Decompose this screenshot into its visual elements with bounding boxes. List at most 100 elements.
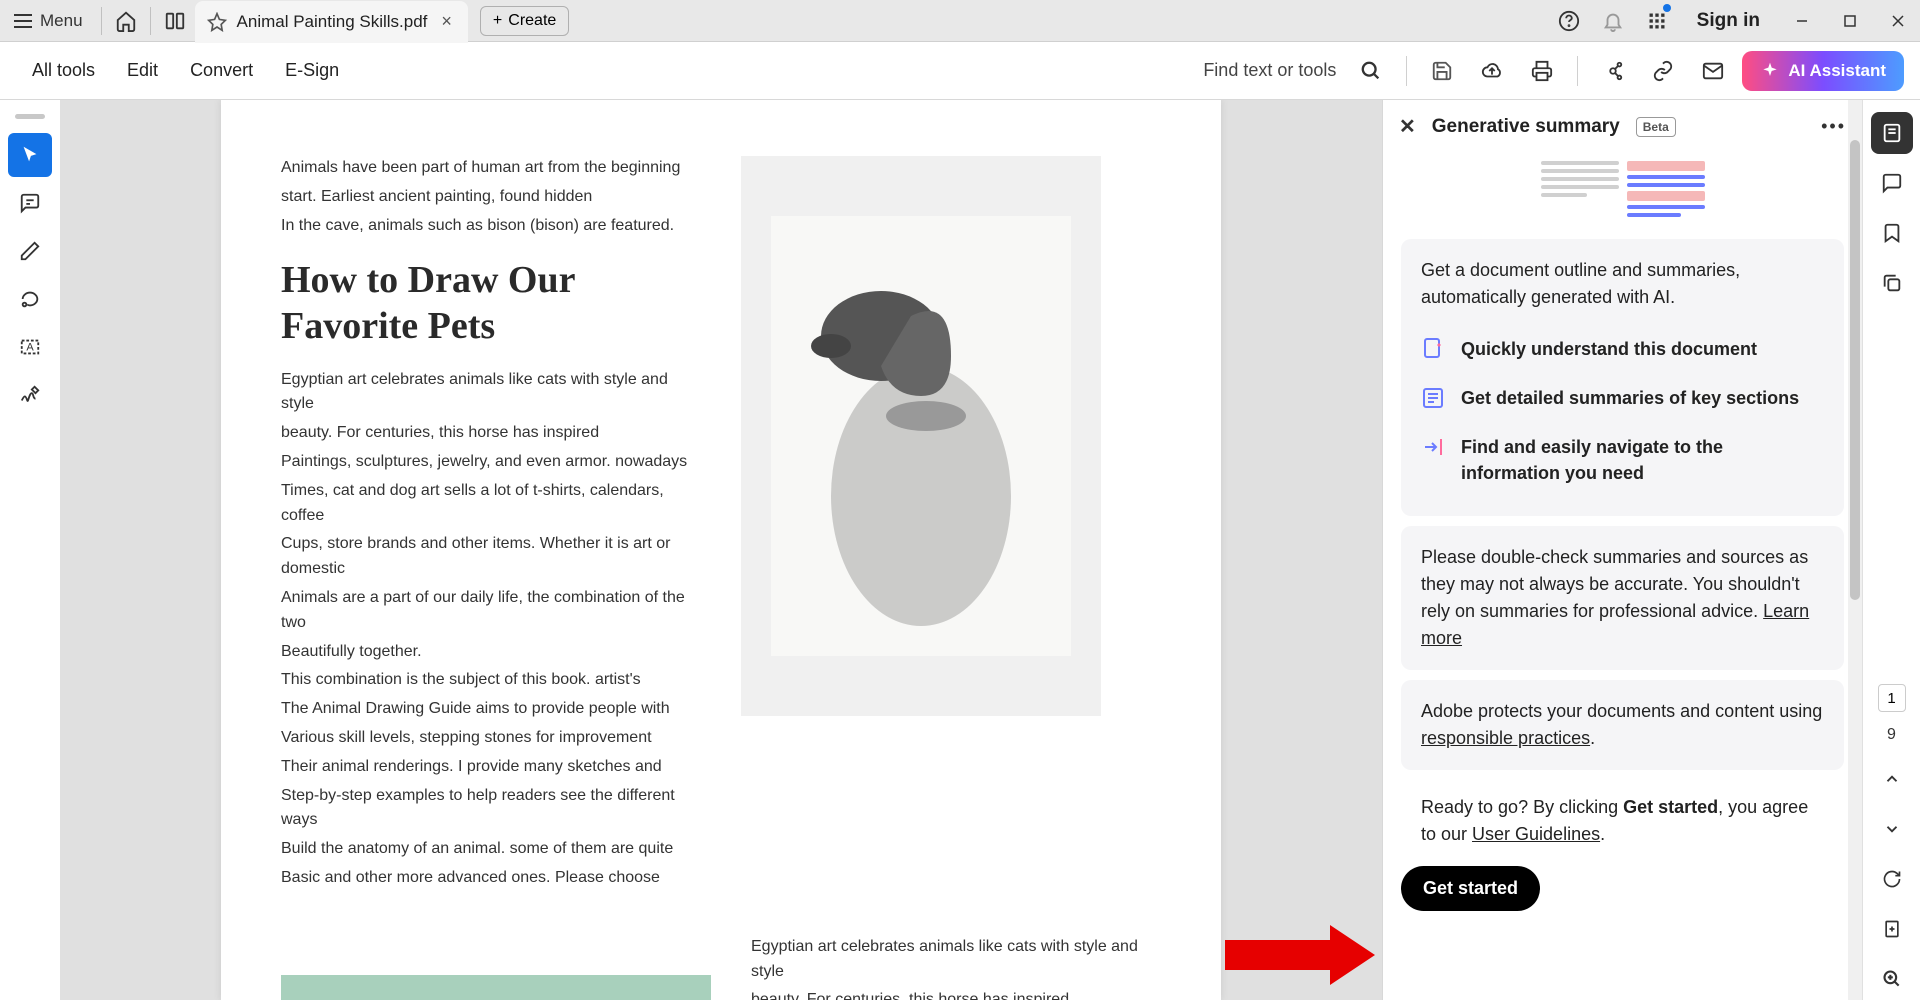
print-icon xyxy=(1531,60,1553,82)
current-page[interactable]: 1 xyxy=(1878,684,1906,712)
intro-text: Get a document outline and summaries, au… xyxy=(1421,257,1824,311)
find-label[interactable]: Find text or tools xyxy=(1203,60,1336,81)
cursor-icon xyxy=(19,144,41,166)
convert-link[interactable]: Convert xyxy=(174,60,269,81)
close-window-button[interactable] xyxy=(1876,0,1920,42)
left-tool-strip: A xyxy=(0,100,60,1000)
apps-button[interactable] xyxy=(1637,0,1677,42)
all-tools-link[interactable]: All tools xyxy=(16,60,111,81)
document-viewport[interactable]: Animals have been part of human art from… xyxy=(60,100,1382,1000)
edit-link[interactable]: Edit xyxy=(111,60,174,81)
signin-button[interactable]: Sign in xyxy=(1681,10,1776,32)
upload-button[interactable] xyxy=(1471,50,1513,92)
separator xyxy=(1577,56,1578,86)
ai-assistant-button[interactable]: AI Assistant xyxy=(1742,51,1904,91)
search-icon xyxy=(1360,60,1382,82)
drag-handle[interactable] xyxy=(15,114,45,119)
plant-image xyxy=(281,975,711,1000)
create-button[interactable]: + Create xyxy=(480,6,569,36)
apps-icon xyxy=(1647,11,1667,31)
chevron-up-icon xyxy=(1883,770,1901,788)
help-button[interactable] xyxy=(1549,0,1589,42)
esign-link[interactable]: E-Sign xyxy=(269,60,355,81)
link-button[interactable] xyxy=(1642,50,1684,92)
home-icon xyxy=(115,10,137,32)
rotate-icon xyxy=(1882,869,1902,889)
chat-toggle[interactable] xyxy=(1871,162,1913,204)
help-icon xyxy=(1558,10,1580,32)
feature-understand: Quickly understand this document xyxy=(1421,325,1824,374)
title-bar: Menu Animal Painting Skills.pdf × + Crea… xyxy=(0,0,1920,42)
feature-summaries: Get detailed summaries of key sections xyxy=(1421,374,1824,423)
responsible-practices-link[interactable]: responsible practices xyxy=(1421,728,1590,748)
dog-sketch-image xyxy=(741,156,1101,716)
minimize-icon xyxy=(1795,14,1809,28)
tab-close[interactable]: × xyxy=(437,11,456,32)
bell-icon xyxy=(1602,10,1624,32)
pdf-page: Animals have been part of human art from… xyxy=(221,100,1221,1000)
select-tool[interactable] xyxy=(8,133,52,177)
pages-toggle[interactable] xyxy=(1871,262,1913,304)
section-heading: How to Draw Our Favorite Pets xyxy=(281,258,701,349)
compare-button[interactable] xyxy=(155,0,195,42)
main-area: A Animals have been part of human art fr… xyxy=(0,100,1920,1000)
right-tool-strip: 1 9 xyxy=(1862,100,1920,1000)
zoom-in-icon xyxy=(1882,969,1902,989)
summary-icon xyxy=(1881,122,1903,144)
page-down-button[interactable] xyxy=(1871,808,1913,850)
minimize-button[interactable] xyxy=(1780,0,1824,42)
panel-scrollbar-thumb[interactable] xyxy=(1850,140,1860,600)
panel-scrollbar-track[interactable] xyxy=(1848,100,1862,1000)
get-started-button[interactable]: Get started xyxy=(1401,866,1540,911)
lasso-icon xyxy=(19,288,41,310)
document-tab[interactable]: Animal Painting Skills.pdf × xyxy=(195,1,468,43)
panel-body: Get a document outline and summaries, au… xyxy=(1383,153,1862,1000)
text-box-tool[interactable]: A xyxy=(8,325,52,369)
save-icon xyxy=(1431,60,1453,82)
panel-title: Generative summary xyxy=(1432,116,1620,138)
comment-tool[interactable] xyxy=(8,181,52,225)
menu-button[interactable]: Menu xyxy=(0,0,97,42)
total-pages: 9 xyxy=(1887,726,1896,744)
list-icon xyxy=(1421,386,1445,410)
intro-card: Get a document outline and summaries, au… xyxy=(1401,239,1844,516)
email-button[interactable] xyxy=(1692,50,1734,92)
notifications-button[interactable] xyxy=(1593,0,1633,42)
divider xyxy=(101,7,102,35)
cloud-upload-icon xyxy=(1481,60,1503,82)
highlight-tool[interactable] xyxy=(8,229,52,273)
panel-more-button[interactable]: ••• xyxy=(1821,116,1846,137)
search-button[interactable] xyxy=(1350,50,1392,92)
page-up-button[interactable] xyxy=(1871,758,1913,800)
user-guidelines-link[interactable]: User Guidelines xyxy=(1472,824,1600,844)
zoom-in-button[interactable] xyxy=(1871,958,1913,1000)
body-paragraph: Egyptian art celebrates animals like cat… xyxy=(281,368,701,891)
textbox-icon: A xyxy=(19,336,41,358)
copy-icon xyxy=(1881,272,1903,294)
ready-card: Ready to go? By clicking Get started, yo… xyxy=(1401,780,1844,848)
feature-navigate: Find and easily navigate to the informat… xyxy=(1421,423,1824,497)
chat-icon xyxy=(1881,172,1903,194)
panel-close-button[interactable]: ✕ xyxy=(1399,114,1416,139)
bookmark-icon xyxy=(1881,222,1903,244)
fit-button[interactable] xyxy=(1871,908,1913,950)
share-button[interactable] xyxy=(1592,50,1634,92)
document-sparkle-icon xyxy=(1421,337,1445,361)
ai-panel-toggle[interactable] xyxy=(1871,112,1913,154)
page-fit-icon xyxy=(1882,919,1902,939)
sign-tool[interactable] xyxy=(8,373,52,417)
rotate-button[interactable] xyxy=(1871,858,1913,900)
print-button[interactable] xyxy=(1521,50,1563,92)
intro-paragraph: Animals have been part of human art from… xyxy=(281,156,701,238)
draw-tool[interactable] xyxy=(8,277,52,321)
share-icon xyxy=(1602,60,1624,82)
save-button[interactable] xyxy=(1421,50,1463,92)
ai-assistant-label: AI Assistant xyxy=(1788,61,1886,81)
menu-label: Menu xyxy=(40,11,83,31)
maximize-button[interactable] xyxy=(1828,0,1872,42)
separator xyxy=(1406,56,1407,86)
mail-icon xyxy=(1702,60,1724,82)
home-button[interactable] xyxy=(106,0,146,42)
chevron-down-icon xyxy=(1883,820,1901,838)
bookmarks-toggle[interactable] xyxy=(1871,212,1913,254)
